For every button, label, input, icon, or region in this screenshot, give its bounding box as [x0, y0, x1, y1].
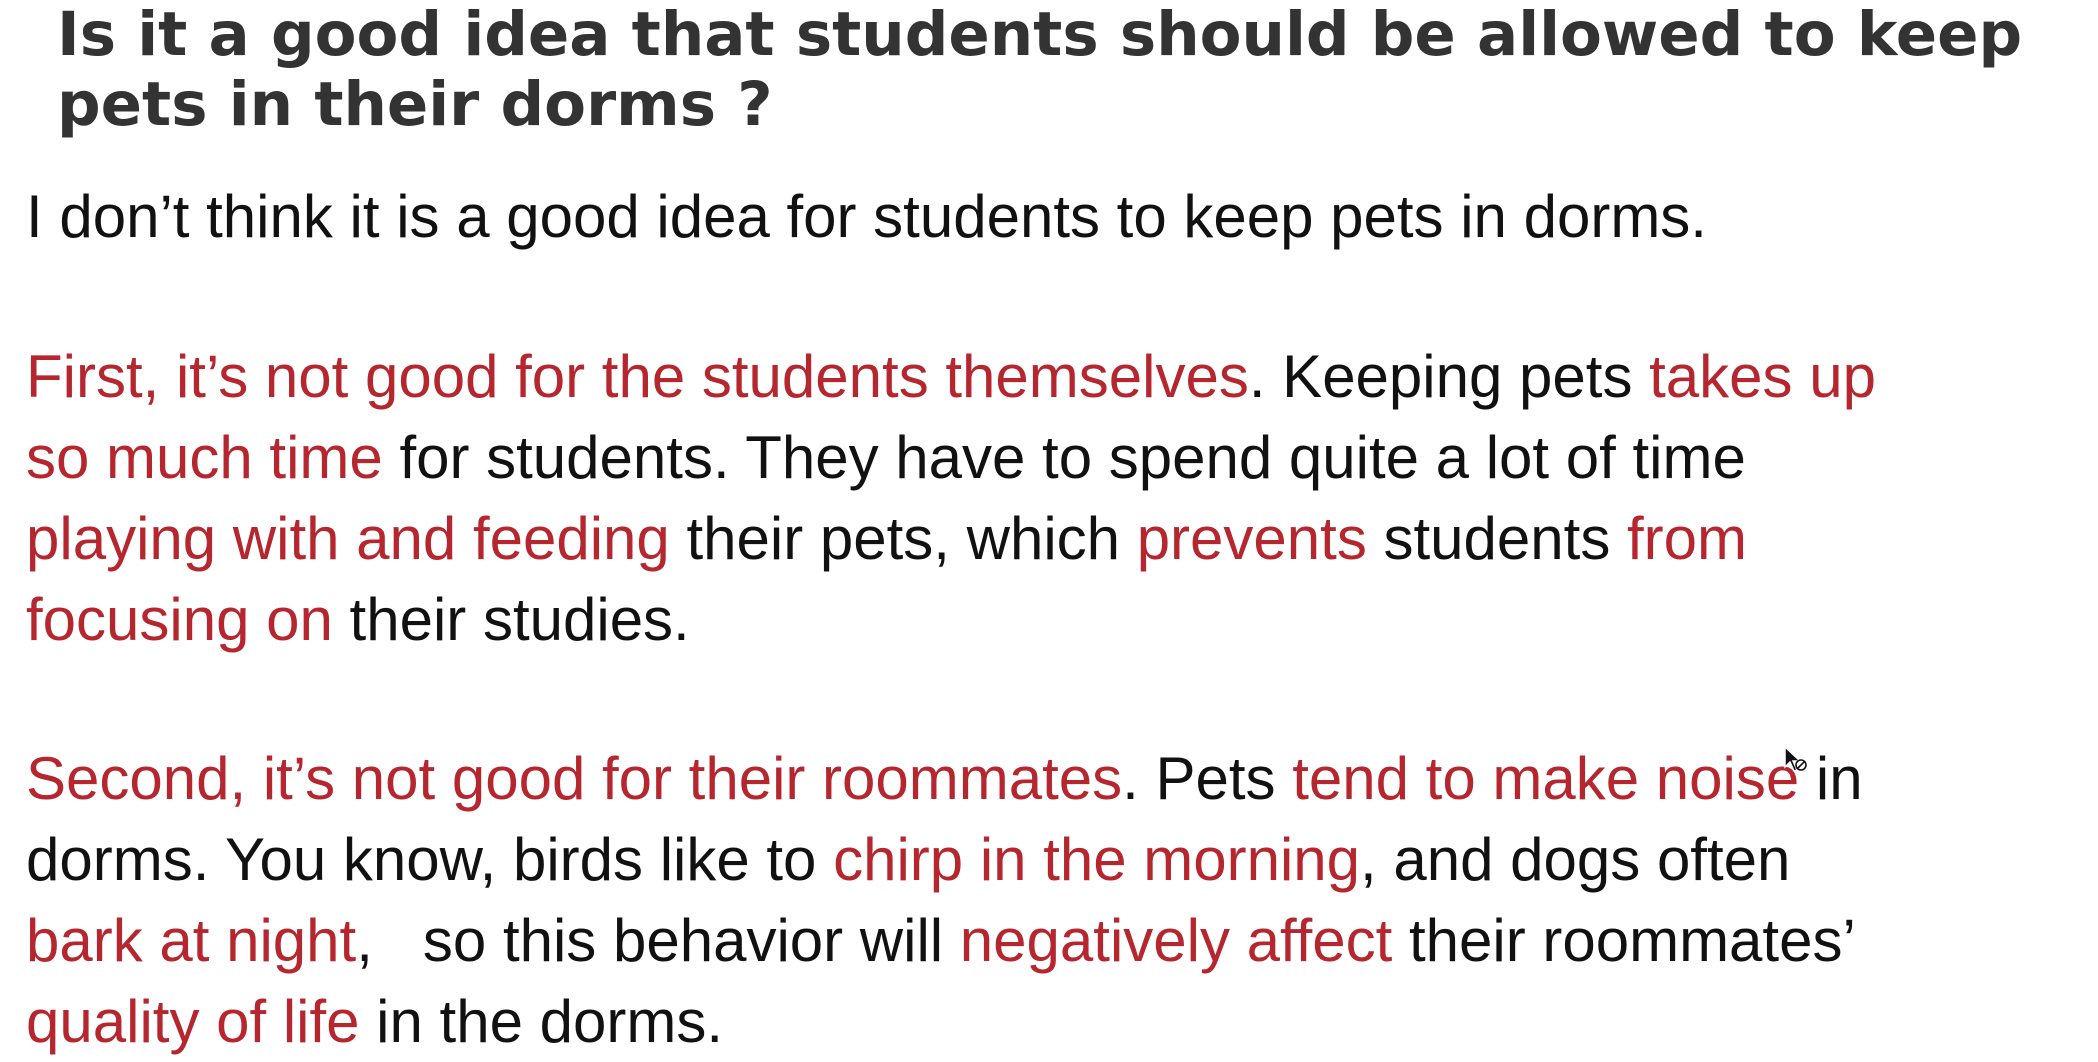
highlight-phrase: chirp in the morning [833, 826, 1361, 893]
second-reason-paragraph: Second, it’s not good for their roommate… [26, 738, 2098, 1062]
highlight-phrase: bark at night [26, 907, 357, 974]
body-text: dorms. You know, birds like to [26, 826, 834, 893]
second-line-1: Second, it’s not good for their roommate… [26, 738, 2098, 819]
body-text: , so this behavior will [356, 907, 960, 974]
slide: Is it a good idea that students should b… [0, 0, 2098, 1056]
body-text: their pets, which [669, 505, 1137, 572]
highlight-phrase: playing with and feeding [26, 505, 670, 572]
first-line-4: focusing on their studies. [26, 579, 2098, 660]
highlight-phrase: takes up [1649, 343, 1876, 410]
second-line-3: bark at night, so this behavior will neg… [26, 900, 2098, 981]
highlight-phrase: focusing on [26, 586, 333, 653]
body-text: in the dorms. [359, 988, 724, 1055]
body-text: their roommates’ [1392, 907, 1856, 974]
first-line-1: First, it’s not good for the students th… [26, 336, 2098, 417]
highlight-phrase: First, it’s not good for the students th… [26, 343, 1249, 410]
first-line-3: playing with and feeding their pets, whi… [26, 498, 2098, 579]
highlight-phrase: tend to make noise [1292, 745, 1800, 812]
body-text: . Pets [1122, 745, 1293, 812]
slide-title: Is it a good idea that students should b… [57, 0, 2057, 140]
intro-paragraph: I don’t think it is a good idea for stud… [26, 176, 2098, 257]
second-line-4: quality of life in the dorms. [26, 981, 2098, 1062]
title-line-1: Is it a good idea that students should b… [57, 0, 2023, 70]
body-text: their studies. [332, 586, 690, 653]
highlight-phrase: negatively affect [959, 907, 1393, 974]
body-text: for students. They have to spend quite a… [382, 424, 1746, 491]
body-text: , and dogs often [1360, 826, 1791, 893]
first-line-2: so much time for students. They have to … [26, 417, 2098, 498]
body-text: . Keeping pets [1248, 343, 1650, 410]
highlight-phrase: Second, it’s not good for their roommate… [26, 745, 1123, 812]
highlight-phrase: prevents [1136, 505, 1367, 572]
intro-text: I don’t think it is a good idea for stud… [26, 183, 1707, 250]
second-line-2: dorms. You know, birds like to chirp in … [26, 819, 2098, 900]
body-text: students [1366, 505, 1627, 572]
title-line-2: pets in their dorms ? [57, 69, 773, 140]
highlight-phrase: so much time [26, 424, 383, 491]
first-reason-paragraph: First, it’s not good for the students th… [26, 336, 2098, 660]
highlight-phrase: quality of life [26, 988, 360, 1055]
highlight-phrase: from [1626, 505, 1747, 572]
